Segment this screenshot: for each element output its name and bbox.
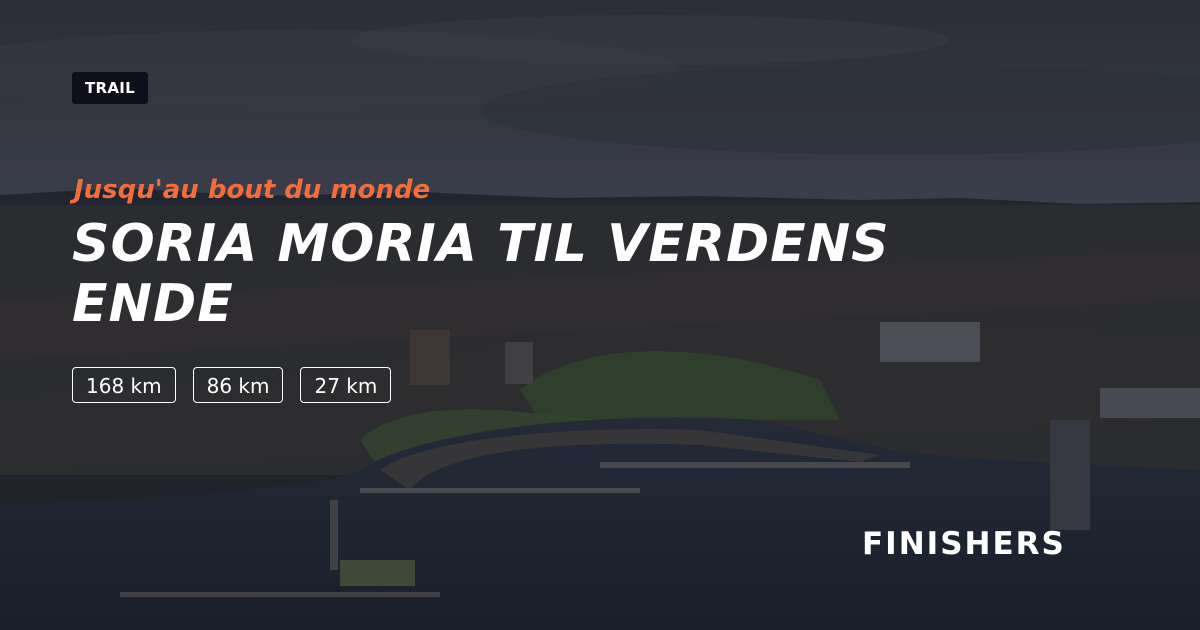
- distance-list: 168 km 86 km 27 km: [72, 367, 392, 403]
- share-card: TRAIL Jusqu'au bout du monde SORIA MORIA…: [0, 0, 1200, 630]
- finishers-logo: FINISHERS: [862, 526, 1066, 562]
- distance-chip: 168 km: [72, 367, 176, 403]
- distance-chip: 27 km: [300, 367, 392, 403]
- distance-chip: 86 km: [192, 367, 284, 403]
- category-badge: TRAIL: [72, 72, 149, 104]
- race-title: SORIA MORIA TIL VERDENS ENDE: [72, 214, 890, 334]
- event-tagline: Jusqu'au bout du monde: [74, 175, 431, 205]
